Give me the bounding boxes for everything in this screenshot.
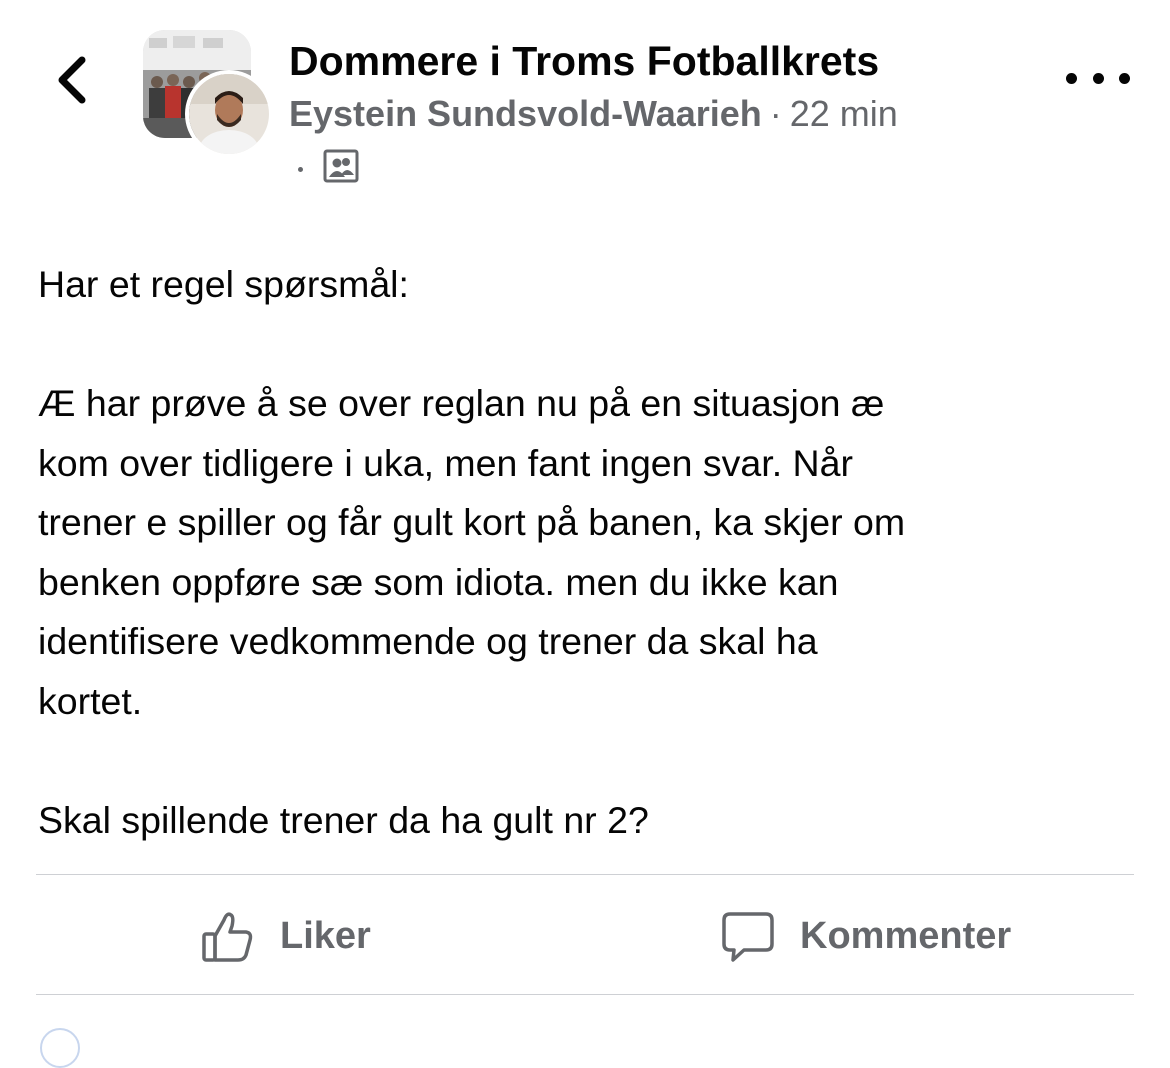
post-text: Har et regel spørsmål: Æ har prøve å se … (38, 255, 1133, 850)
author-name[interactable]: Eystein Sundsvold-Waarieh (289, 93, 762, 134)
action-bar-divider-bottom (36, 994, 1134, 995)
post-time[interactable]: 22 min (790, 93, 898, 134)
back-button[interactable] (40, 44, 104, 116)
chevron-left-icon (58, 56, 86, 104)
action-bar-divider-top (36, 874, 1134, 875)
next-item-avatar (40, 1028, 80, 1068)
post-paragraph: Æ har prøve å se over reglan nu på en si… (38, 382, 906, 722)
comment-button[interactable]: Kommenter (720, 898, 1011, 974)
group-members-icon (323, 149, 359, 183)
comment-bubble-icon (720, 908, 776, 964)
more-dot (1119, 72, 1130, 84)
privacy-indicator (298, 146, 359, 186)
author-avatar[interactable] (189, 74, 269, 154)
privacy-dot (298, 166, 303, 172)
post-paragraph: Har et regel spørsmål: (38, 263, 409, 305)
comment-label: Kommenter (800, 914, 1012, 957)
thumbs-up-icon (200, 908, 256, 964)
meta-separator: · (769, 93, 782, 134)
like-label: Liker (280, 914, 371, 957)
more-dot (1066, 72, 1077, 84)
post-meta: Eystein Sundsvold-Waarieh · 22 min (289, 93, 898, 135)
group-name-link[interactable]: Dommere i Troms Fotballkrets (289, 38, 879, 85)
group-avatar[interactable] (143, 30, 269, 154)
post-paragraph: Skal spillende trener da ha gult nr 2? (38, 798, 649, 841)
like-button[interactable]: Liker (200, 898, 371, 974)
more-options-button[interactable] (1066, 58, 1130, 98)
more-dot (1092, 72, 1104, 84)
